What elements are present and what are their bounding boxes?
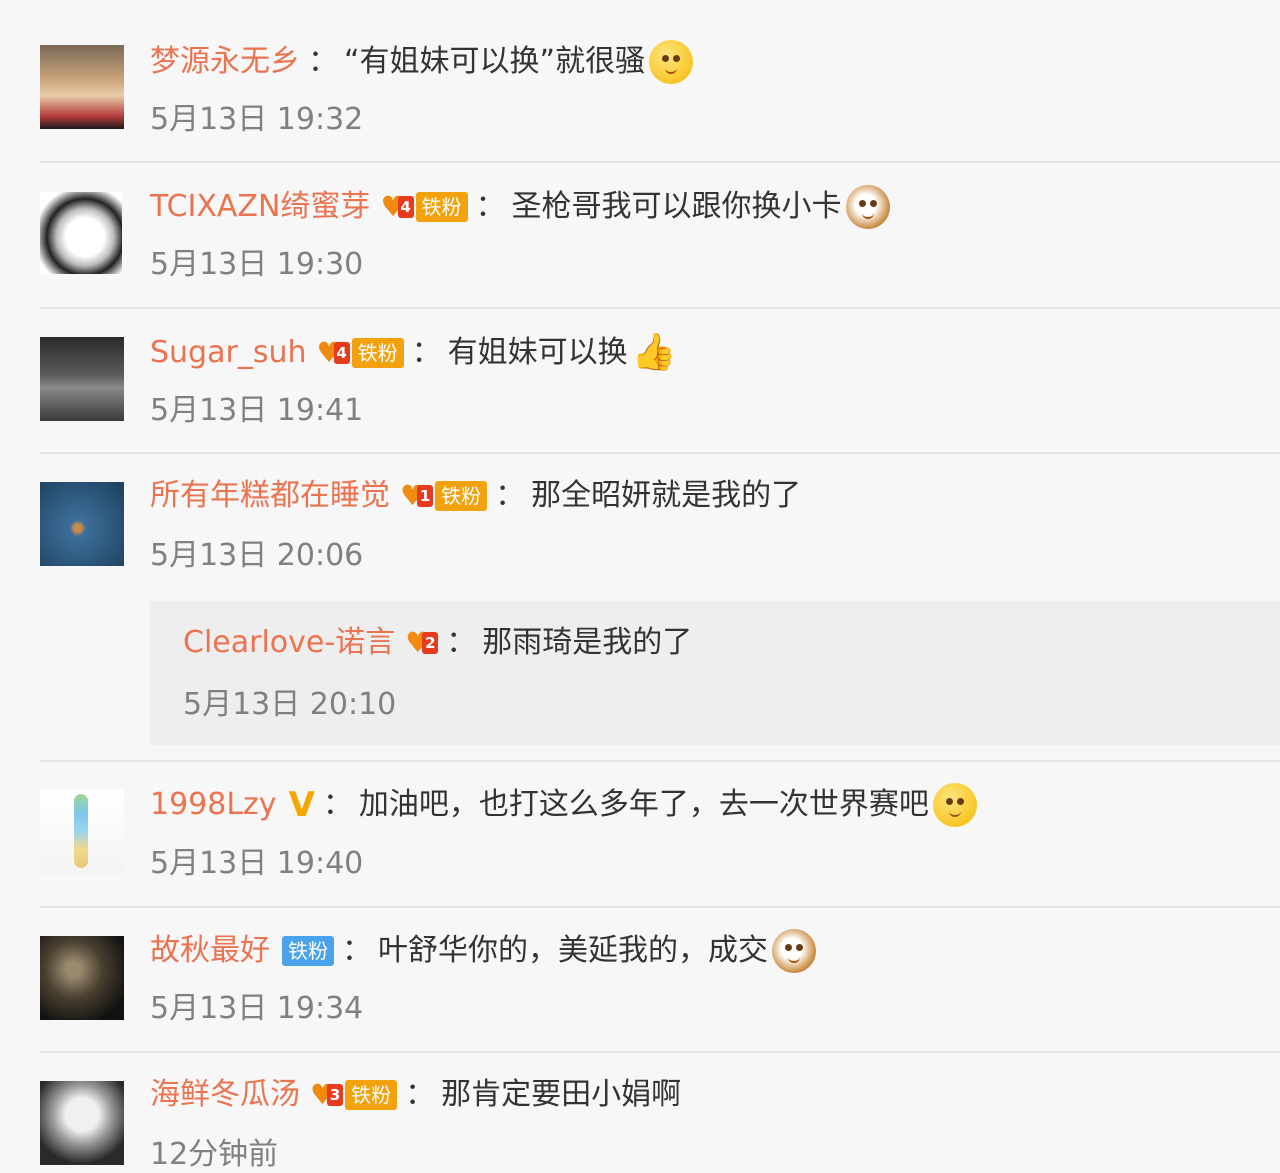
fan-level: 4 xyxy=(397,196,414,218)
comment-time[interactable]: 5月13日 19:40 xyxy=(150,846,363,882)
fan-label: 铁粉 xyxy=(282,936,334,966)
avatar[interactable] xyxy=(40,337,124,421)
fan-badge[interactable]: ♥ 1 铁粉 xyxy=(400,481,488,511)
comment-time[interactable]: 5月13日 19:41 xyxy=(150,393,363,429)
comment-text: 有姐妹可以换 xyxy=(447,335,628,370)
username-link[interactable]: 所有年糕都在睡觉 xyxy=(150,476,390,516)
avatar[interactable] xyxy=(40,45,124,129)
comment-text: 那雨琦是我的了 xyxy=(482,625,693,660)
username-link[interactable]: 故秋最好 xyxy=(150,931,270,971)
reply-box: Clearlove-诺言 ♥ 2 ： 那雨琦是我的了 5月13日 20:10 xyxy=(150,601,1280,745)
fan-badge[interactable]: ♥ 4 铁粉 xyxy=(316,338,404,368)
fan-level: 1 xyxy=(417,485,434,507)
fan-badge[interactable]: ♥ 2 xyxy=(405,628,439,658)
verified-icon: V xyxy=(288,785,315,825)
colon-separator: ： xyxy=(495,478,526,513)
avatar[interactable] xyxy=(40,192,122,274)
fan-level: 2 xyxy=(422,632,439,654)
divider xyxy=(40,906,1280,908)
fan-label: 铁粉 xyxy=(435,481,488,511)
colon-separator: ： xyxy=(411,335,442,370)
comment-time[interactable]: 5月13日 19:34 xyxy=(150,991,363,1027)
comment-time[interactable]: 5月13日 19:32 xyxy=(150,102,363,138)
username-link[interactable]: Clearlove-诺言 xyxy=(183,623,395,663)
avatar[interactable] xyxy=(40,482,124,566)
username-link[interactable]: TCIXAZN绮蜜芽 xyxy=(150,187,370,227)
comment-text: 圣枪哥我可以跟你换小卡 xyxy=(511,189,842,224)
comment-time[interactable]: 5月13日 20:10 xyxy=(183,687,396,723)
fan-label: 铁粉 xyxy=(415,192,468,222)
divider xyxy=(40,760,1280,762)
divider xyxy=(40,452,1280,454)
blush-face-emoji xyxy=(932,783,977,827)
colon-separator: ： xyxy=(446,625,477,660)
thumbs-up-emoji: 👍 xyxy=(631,332,677,373)
divider xyxy=(40,1051,1280,1053)
avatar[interactable] xyxy=(40,936,124,1020)
divider xyxy=(40,161,1280,163)
colon-separator: ： xyxy=(475,189,506,224)
comment-time[interactable]: 5月13日 19:30 xyxy=(150,247,363,283)
colon-separator: ： xyxy=(342,933,372,968)
colon-separator: ： xyxy=(322,787,353,822)
comment-text: 那全昭妍就是我的了 xyxy=(531,478,802,513)
username-link[interactable]: Sugar_suh xyxy=(150,333,306,373)
avatar[interactable] xyxy=(40,1081,124,1165)
fan-badge[interactable]: ♥ 4 铁粉 xyxy=(380,192,468,222)
comment-text: 叶舒华你的，美延我的，成交 xyxy=(378,933,768,968)
divider xyxy=(40,307,1280,309)
colon-separator: ： xyxy=(308,44,338,79)
cat-face-emoji xyxy=(845,185,890,229)
fan-level: 4 xyxy=(333,342,350,364)
fan-level: 3 xyxy=(327,1084,344,1106)
cat-face-emoji xyxy=(772,929,816,973)
comment-text: 加油吧，也打这么多年了，去一次世界赛吧 xyxy=(358,787,929,822)
fan-badge[interactable]: 铁粉 xyxy=(280,936,334,966)
username-link[interactable]: 海鲜冬瓜汤 xyxy=(150,1075,300,1115)
comment-time[interactable]: 5月13日 20:06 xyxy=(150,538,363,574)
username-link[interactable]: 梦源永无乡 xyxy=(150,42,300,82)
comment-text: “有姐妹可以换”就很骚 xyxy=(344,44,646,79)
avatar[interactable] xyxy=(40,790,124,874)
comment-text: 那肯定要田小娟啊 xyxy=(441,1077,682,1112)
fan-label: 铁粉 xyxy=(345,1080,398,1110)
dog-face-emoji xyxy=(649,40,694,84)
colon-separator: ： xyxy=(405,1077,436,1112)
username-link[interactable]: 1998Lzy xyxy=(150,785,277,825)
fan-label: 铁粉 xyxy=(351,338,404,368)
comment-time[interactable]: 12分钟前 xyxy=(150,1137,278,1173)
fan-badge[interactable]: ♥ 3 铁粉 xyxy=(310,1080,398,1110)
